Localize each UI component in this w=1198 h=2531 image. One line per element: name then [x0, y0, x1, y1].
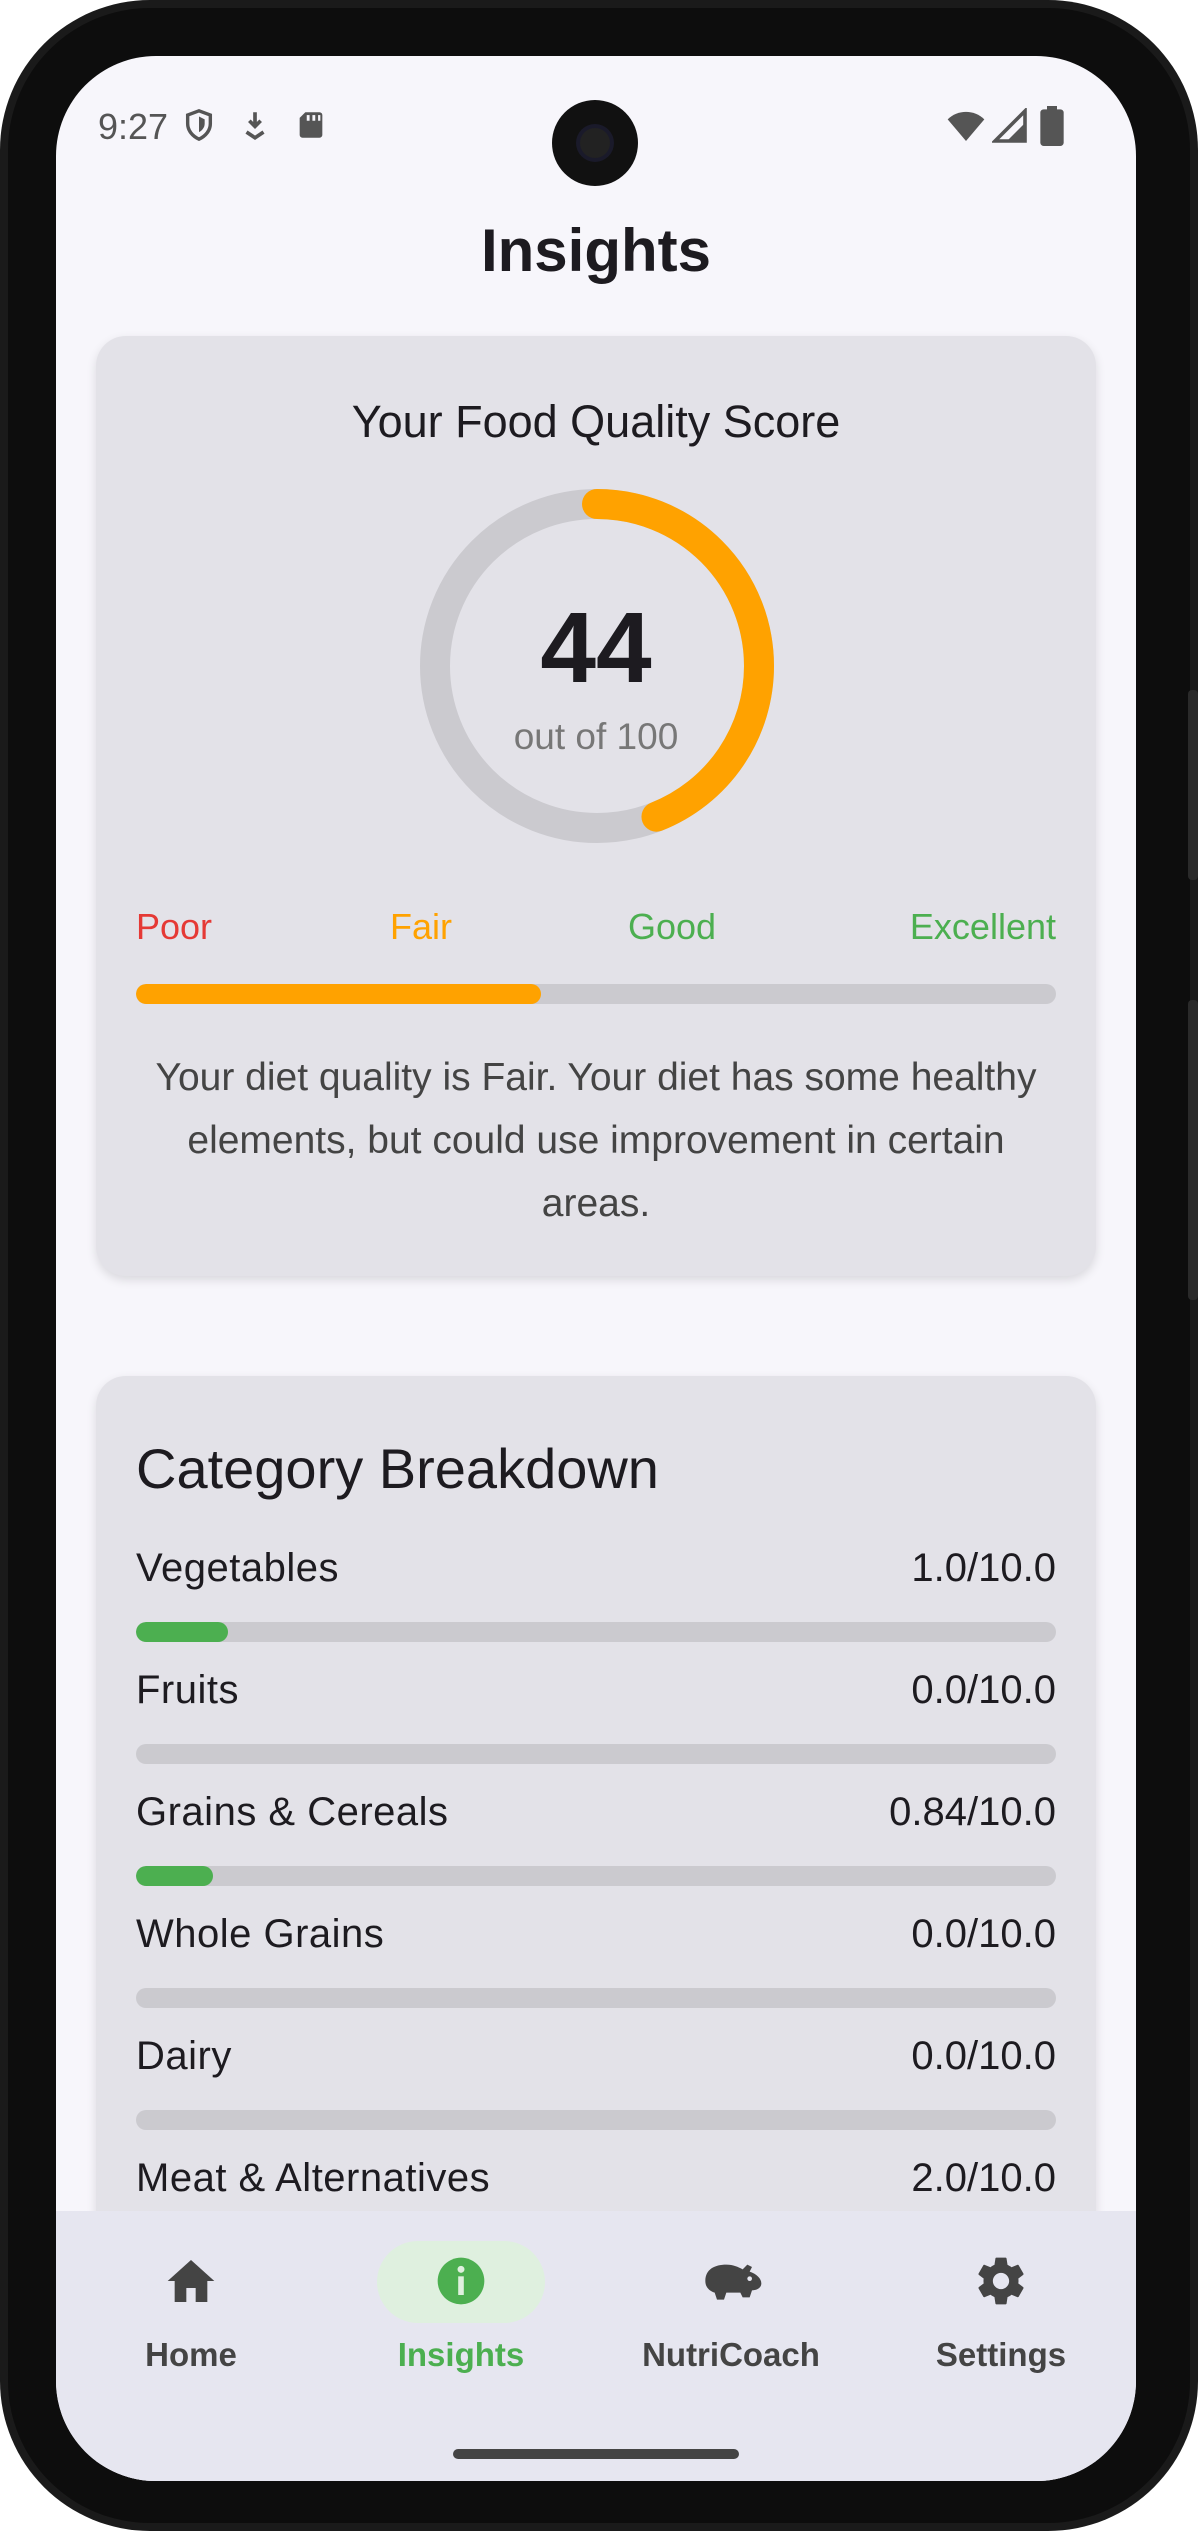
category-progress-fill	[136, 1866, 214, 1886]
nav-item-home[interactable]: Home	[56, 2211, 326, 2411]
category-progress-bar	[136, 2110, 1056, 2130]
category-progress-bar	[136, 1988, 1056, 2008]
bottom-navigation: Home Insights NutriCoach Settings	[56, 2211, 1136, 2481]
screen: 9:27 Insights Your Food Quality Score 44…	[56, 56, 1136, 2481]
category-progress-fill	[136, 1622, 228, 1642]
battery-icon	[1040, 106, 1064, 146]
quality-scale-labels: Poor Fair Good Excellent	[136, 906, 1056, 956]
download-icon	[245, 112, 265, 140]
category-row: Whole Grains 0.0/10.0	[136, 1912, 1056, 2008]
sd-card-icon	[299, 112, 323, 138]
nav-label-insights: Insights	[397, 2336, 525, 2373]
category-score: 0.84/10.0	[889, 1790, 1056, 1834]
info-icon	[437, 2257, 485, 2305]
category-row: Vegetables 1.0/10.0	[136, 1546, 1056, 1642]
score-progress-fill	[136, 984, 541, 1004]
score-card-heading: Your Food Quality Score	[351, 396, 841, 447]
nav-label-nutricoach: NutriCoach	[642, 2336, 820, 2373]
category-score: 0.0/10.0	[911, 2034, 1056, 2078]
category-score: 2.0/10.0	[911, 2156, 1056, 2200]
front-camera	[552, 100, 638, 186]
category-name: Whole Grains	[136, 1912, 385, 1956]
nav-label-settings: Settings	[935, 2336, 1067, 2373]
wifi-icon	[947, 111, 985, 141]
status-bar: 9:27	[56, 56, 1136, 196]
score-max-label: out of 100	[513, 716, 679, 757]
score-description: Your diet quality is Fair. Your diet has…	[155, 1056, 1037, 1225]
category-row: Grains & Cereals 0.84/10.0	[136, 1790, 1056, 1886]
score-progress-bar	[136, 984, 1056, 1004]
category-score: 0.0/10.0	[911, 1668, 1056, 1712]
scale-label-excellent: Excellent	[909, 906, 1056, 947]
nav-label-home: Home	[145, 2336, 237, 2373]
scale-label-good: Good	[628, 906, 717, 947]
category-name: Fruits	[136, 1668, 239, 1712]
category-progress-bar	[136, 1744, 1056, 1764]
nav-item-settings[interactable]: Settings	[866, 2211, 1136, 2411]
power-button	[1188, 1000, 1198, 1300]
gear-icon	[978, 2257, 1024, 2305]
category-progress-bar	[136, 1866, 1056, 1886]
status-time: 9:27	[98, 106, 169, 147]
food-quality-score-card: Your Food Quality Score 44 out of 100 Po…	[96, 336, 1096, 1276]
page-title: Insights	[480, 217, 711, 284]
category-progress-bar	[136, 1622, 1056, 1642]
category-name: Dairy	[136, 2034, 232, 2078]
scale-label-fair: Fair	[390, 906, 452, 947]
home-icon	[167, 2260, 215, 2302]
scale-label-poor: Poor	[136, 906, 213, 947]
home-indicator[interactable]	[453, 2449, 739, 2459]
volume-button	[1188, 690, 1198, 880]
nav-item-nutricoach[interactable]: NutriCoach	[596, 2211, 866, 2411]
phone-frame: 9:27 Insights Your Food Quality Score 44…	[0, 0, 1198, 2531]
category-row: Dairy 0.0/10.0	[136, 2034, 1056, 2130]
category-score: 1.0/10.0	[911, 1546, 1056, 1590]
category-breakdown-title: Category Breakdown	[136, 1437, 659, 1500]
category-name: Meat & Alternatives	[136, 2156, 491, 2200]
signal-icon	[992, 108, 1027, 143]
nav-item-insights[interactable]: Insights	[326, 2211, 596, 2411]
category-row: Fruits 0.0/10.0	[136, 1668, 1056, 1764]
category-score: 0.0/10.0	[911, 1912, 1056, 1956]
score-value: 44	[540, 592, 652, 704]
category-name: Grains & Cereals	[136, 1790, 449, 1834]
shield-icon	[185, 109, 213, 142]
hippo-icon	[705, 2264, 762, 2300]
category-name: Vegetables	[136, 1546, 339, 1590]
